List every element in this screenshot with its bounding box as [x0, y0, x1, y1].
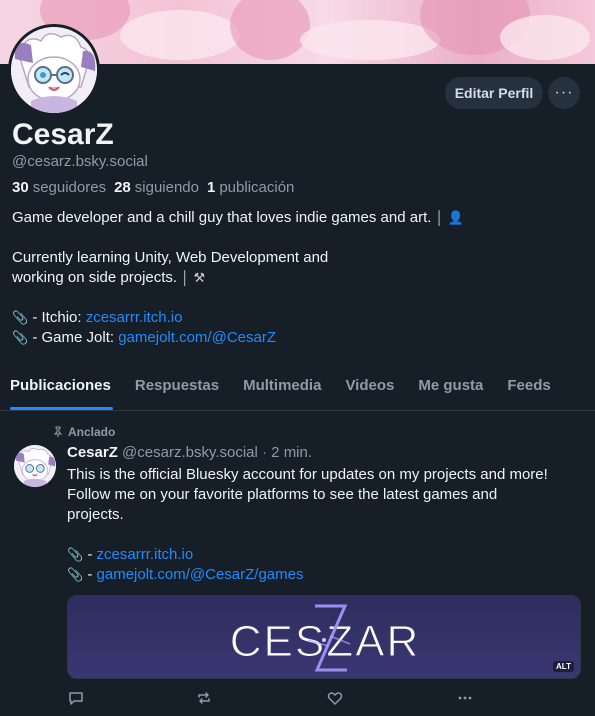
post-text: This is the official Bluesky account for…	[67, 465, 587, 585]
tab-multimedia[interactable]: Multimedia	[233, 366, 335, 410]
edit-profile-button[interactable]: Editar Perfil	[445, 77, 543, 109]
alt-badge[interactable]: ALT	[553, 661, 574, 672]
display-name: CesarZ	[12, 118, 114, 151]
tab-videos[interactable]: Videos	[335, 366, 408, 410]
following-count: 28	[114, 179, 131, 196]
tab-me-gusta[interactable]: Me gusta	[408, 366, 497, 410]
tools-icon: ⚒	[193, 270, 206, 285]
profile-stats: 30 seguidores 28 siguiendo 1 publicación	[12, 179, 294, 196]
pin-icon	[53, 426, 63, 437]
following-label: siguiendo	[134, 179, 199, 196]
post-author-name[interactable]: CesarZ	[67, 444, 118, 461]
bio-gamejolt-label: - Game Jolt:	[28, 329, 119, 346]
pinned-label: Anclado	[68, 425, 116, 439]
post-more-button[interactable]	[454, 687, 476, 709]
post-author-avatar[interactable]	[14, 445, 56, 487]
bar-emoji: │	[181, 270, 190, 285]
bio-line-3: working on side projects.	[12, 269, 182, 286]
posts-label: publicación	[219, 179, 295, 196]
followers-stat[interactable]: 30 seguidores	[12, 179, 106, 196]
post-line: projects.	[67, 506, 124, 523]
tab-feeds[interactable]: Feeds	[497, 366, 564, 410]
person-icon: 👤	[447, 210, 465, 225]
posts-count: 1	[206, 179, 216, 196]
post-meta: @cesarz.bsky.social · 2 min.	[122, 444, 313, 461]
paperclip-icon: 📎	[12, 330, 29, 345]
tab-publicaciones[interactable]: Publicaciones	[0, 366, 125, 410]
following-stat[interactable]: 28 siguiendo	[114, 179, 199, 196]
profile-avatar[interactable]	[8, 24, 100, 116]
followers-label: seguidores	[32, 179, 107, 196]
ellipsis-icon: ···	[554, 84, 574, 101]
like-button[interactable]	[324, 687, 346, 709]
post-itchio-link[interactable]: zcesarrr.itch.io	[97, 546, 194, 563]
post-line: This is the official Bluesky account for…	[67, 466, 548, 483]
profile-tabs: Publicaciones Respuestas Multimedia Vide…	[0, 366, 595, 411]
reply-button[interactable]	[65, 687, 87, 709]
bio-itchio-label: - Itchio:	[28, 309, 86, 326]
post-header: CesarZ @cesarz.bsky.social · 2 min.	[67, 444, 312, 461]
gamejolt-link[interactable]: gamejolt.com/@CesarZ	[118, 329, 276, 346]
paperclip-icon: 📎	[67, 567, 84, 582]
bio-line-1: Game developer and a chill guy that love…	[12, 209, 436, 226]
profile-bio: Game developer and a chill guy that love…	[12, 208, 582, 348]
followers-count: 30	[12, 179, 29, 196]
paperclip-icon: 📎	[67, 547, 84, 562]
profile-handle: @cesarz.bsky.social	[12, 153, 148, 170]
repost-button[interactable]	[193, 687, 215, 709]
heart-icon	[327, 692, 343, 705]
post-image[interactable]: CESZAR ALT	[67, 595, 581, 679]
paperclip-icon: 📎	[12, 310, 29, 325]
tab-respuestas[interactable]: Respuestas	[125, 366, 233, 410]
ellipsis-icon	[458, 696, 472, 700]
posts-stat: 1 publicación	[207, 179, 294, 196]
post-actions	[67, 687, 477, 709]
itchio-link[interactable]: zcesarrr.itch.io	[86, 309, 183, 326]
bar-emoji: │	[435, 210, 444, 225]
post-gamejolt-link[interactable]: gamejolt.com/@CesarZ/games	[97, 566, 304, 583]
pinned-indicator: Anclado	[52, 425, 115, 439]
cesar-logo-image: CESZAR	[229, 604, 419, 672]
comment-icon	[69, 692, 83, 705]
repost-icon	[198, 692, 210, 704]
post-line: Follow me on your favorite platforms to …	[67, 486, 498, 503]
bio-line-2: Currently learning Unity, Web Developmen…	[12, 249, 329, 266]
avatar-illustration	[11, 27, 97, 113]
avatar-illustration	[14, 445, 56, 487]
profile-more-button[interactable]: ···	[548, 77, 580, 109]
